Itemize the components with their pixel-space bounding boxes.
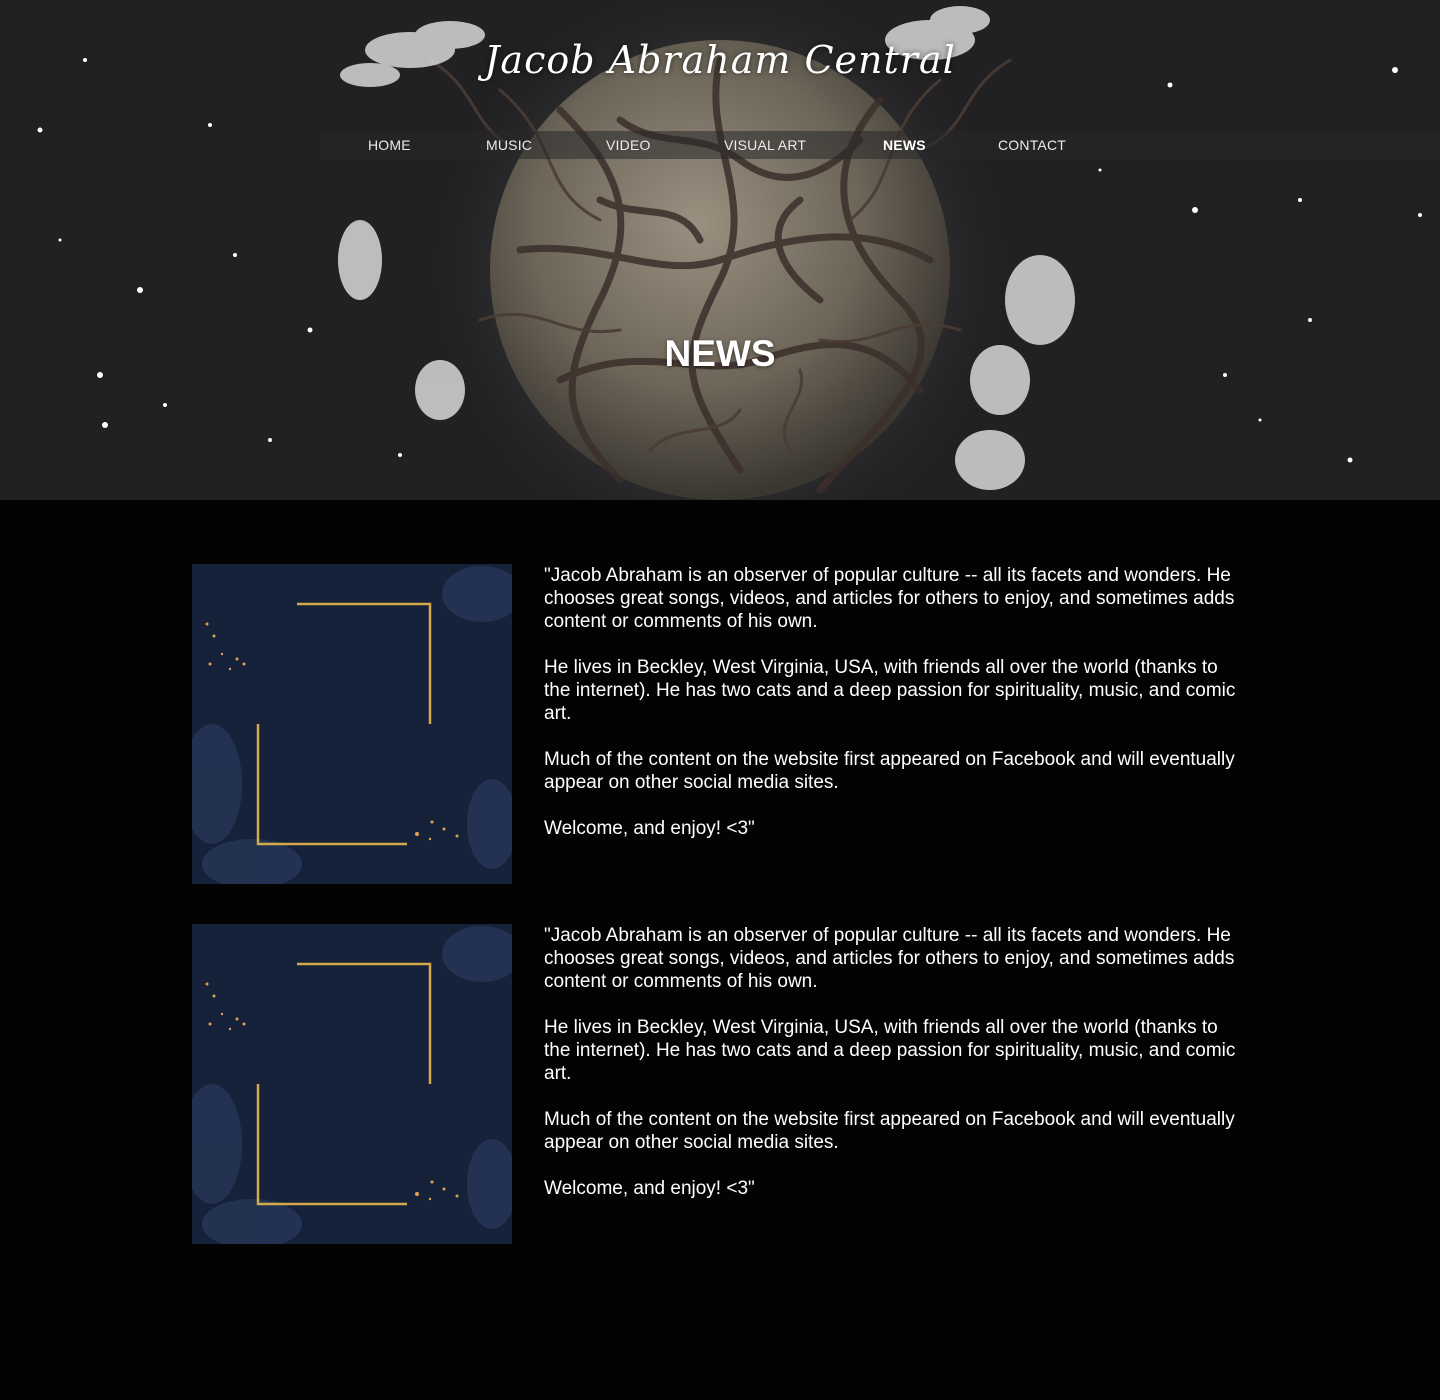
gold-frame-artwork (192, 924, 512, 1244)
nav-item-video[interactable]: VIDEO (606, 137, 651, 153)
post-paragraph: Much of the content on the website first… (544, 1109, 1235, 1153)
page-heading: NEWS (664, 333, 776, 374)
gold-frame-artwork (192, 564, 512, 884)
post-body: "Jacob Abraham is an observer of popular… (544, 924, 1244, 1223)
post-paragraph: "Jacob Abraham is an observer of popular… (544, 925, 1235, 992)
post-body: "Jacob Abraham is an observer of popular… (544, 564, 1244, 863)
nav-item-home[interactable]: HOME (368, 137, 411, 153)
post-paragraph: "Jacob Abraham is an observer of popular… (544, 565, 1235, 632)
post-paragraph: Much of the content on the website first… (544, 749, 1235, 793)
site-title-logo[interactable]: Jacob Abraham Central (0, 38, 1440, 82)
post-paragraph: He lives in Beckley, West Virginia, USA,… (544, 1017, 1236, 1084)
nav-item-contact[interactable]: CONTACT (998, 137, 1066, 153)
nav-item-music[interactable]: MUSIC (486, 137, 532, 153)
post-paragraph: Welcome, and enjoy! <3" (544, 818, 755, 839)
hero-banner: Jacob Abraham Central HOME MUSIC VIDEO V… (0, 0, 1440, 500)
nav-item-visual-art[interactable]: VISUAL ART (724, 137, 806, 153)
post-paragraph: He lives in Beckley, West Virginia, USA,… (544, 657, 1236, 724)
nav-item-news[interactable]: NEWS (883, 137, 926, 153)
post-thumbnail[interactable] (192, 564, 512, 884)
post-paragraph: Welcome, and enjoy! <3" (544, 1178, 755, 1199)
post-thumbnail[interactable] (192, 924, 512, 1244)
